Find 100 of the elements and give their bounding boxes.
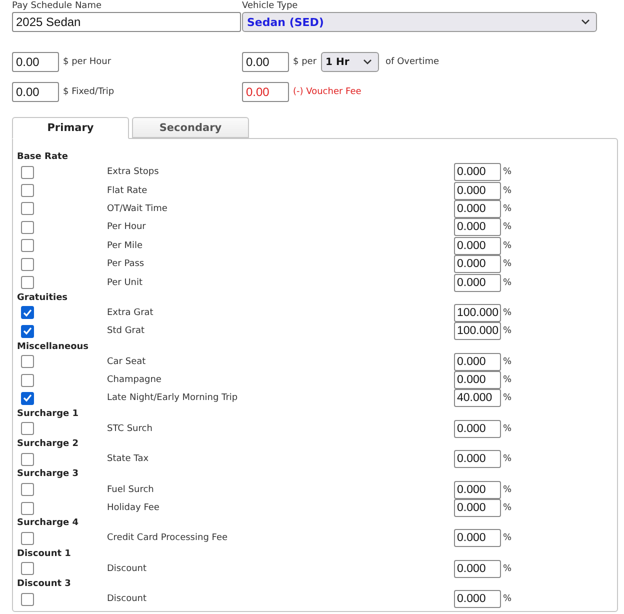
item-label: Flat Rate [107, 186, 148, 196]
section-heading: Gratuities [17, 292, 69, 304]
percent-input[interactable]: 0.000 [454, 236, 501, 255]
checkbox[interactable] [21, 355, 34, 368]
chevron-down-icon [362, 59, 372, 65]
checkbox[interactable] [21, 452, 34, 466]
percent-input[interactable]: 0.000 [454, 480, 501, 499]
item-label: Champagne [107, 375, 162, 386]
checkbox[interactable] [21, 166, 34, 179]
checkbox[interactable] [21, 202, 34, 216]
item-label: Extra Grat [107, 308, 154, 318]
checkbox[interactable] [21, 562, 34, 576]
percent-input[interactable]: 0.000 [454, 163, 501, 182]
checkbox[interactable] [21, 324, 34, 338]
rate-input[interactable]: 0.00 [12, 82, 59, 102]
section-heading: Surcharge 3 [17, 468, 80, 480]
item-label: Car Seat [107, 356, 146, 367]
checkbox[interactable] [21, 276, 34, 290]
percent-input[interactable]: 100.000 [454, 304, 501, 322]
checkbox[interactable] [21, 592, 34, 606]
tab[interactable]: Secondary [132, 117, 249, 138]
checkbox[interactable] [21, 239, 34, 252]
field-label: Pay Schedule Name [12, 1, 102, 12]
section-heading: Surcharge 1 [17, 408, 80, 420]
item-label: OT/Wait Time [107, 204, 168, 214]
rate-label: $ Fixed/Trip [63, 87, 114, 97]
checkbox[interactable] [21, 483, 34, 496]
section-heading: Base Rate [17, 151, 69, 163]
percent-sign: % [503, 259, 512, 270]
percent-sign: % [503, 204, 512, 214]
percent-sign: % [503, 308, 512, 318]
percent-input[interactable]: 0.000 [454, 218, 501, 236]
percent-sign: % [503, 375, 512, 386]
percent-sign: % [503, 222, 512, 232]
rate-input[interactable]: 0.00 [12, 52, 59, 72]
field-label: Vehicle Type [242, 1, 299, 12]
rate-label: $ per [293, 57, 317, 67]
interval-select[interactable]: 1 Hr [320, 52, 379, 72]
percent-sign: % [503, 594, 512, 604]
item-label: Std Grat [107, 326, 145, 336]
checkbox[interactable] [21, 502, 34, 515]
item-label: Discount [107, 594, 147, 604]
checkbox[interactable] [21, 374, 34, 387]
rate-label: (-) Voucher Fee [293, 87, 362, 97]
percent-sign: % [503, 356, 512, 367]
name-input[interactable]: 2025 Sedan [12, 12, 241, 32]
percent-input[interactable]: 0.000 [454, 182, 501, 200]
item-label: Late Night/Early Morning Trip [107, 393, 238, 404]
percent-input[interactable]: 0.000 [454, 255, 501, 274]
section-heading: Surcharge 4 [17, 517, 80, 530]
item-label: Holiday Fee [107, 503, 160, 514]
percent-sign: % [503, 533, 512, 544]
checkbox[interactable] [21, 184, 34, 198]
checkbox[interactable] [21, 392, 34, 405]
vehicle-type-select[interactable]: Sedan (SED) [242, 12, 597, 32]
item-label: Per Hour [107, 222, 146, 232]
rate-input[interactable]: 0.00 [242, 82, 289, 102]
section-heading: Surcharge 2 [17, 438, 80, 450]
percent-input[interactable]: 0.000 [454, 371, 501, 390]
item-label: STC Surch [107, 424, 152, 434]
percent-input[interactable]: 100.000 [454, 322, 501, 340]
percent-input[interactable]: 0.000 [454, 560, 501, 578]
section-heading: Discount 3 [17, 578, 72, 590]
percent-sign: % [503, 393, 512, 404]
rate-label: $ per Hour [63, 57, 112, 67]
percent-input[interactable]: 0.000 [454, 352, 501, 371]
checkbox[interactable] [21, 306, 34, 320]
percent-sign: % [503, 564, 512, 574]
chevron-down-icon [581, 19, 590, 25]
item-label: Credit Card Processing Fee [107, 533, 228, 544]
section-heading: Miscellaneous [17, 340, 90, 353]
percent-input[interactable]: 0.000 [454, 450, 501, 468]
percent-input[interactable]: 0.000 [454, 200, 501, 218]
rate-label: of Overtime [386, 57, 440, 67]
checkbox[interactable] [21, 422, 34, 436]
checkbox[interactable] [21, 220, 34, 234]
percent-input[interactable]: 40.000 [454, 389, 501, 408]
percent-input[interactable]: 0.000 [454, 499, 501, 518]
percent-input[interactable]: 0.000 [454, 529, 501, 548]
checkbox[interactable] [21, 532, 34, 545]
percent-sign: % [503, 503, 512, 514]
item-label: Fuel Surch [107, 484, 154, 495]
percent-sign: % [503, 167, 512, 178]
checkbox[interactable] [21, 258, 34, 271]
percent-sign: % [503, 326, 512, 336]
item-label: State Tax [107, 454, 149, 464]
percent-sign: % [503, 240, 512, 251]
rate-input[interactable]: 0.00 [242, 52, 289, 72]
percent-sign: % [503, 484, 512, 495]
item-label: Per Mile [107, 240, 143, 251]
tab[interactable]: Primary [12, 117, 129, 139]
percent-sign: % [503, 424, 512, 434]
percent-input[interactable]: 0.000 [454, 420, 501, 438]
percent-sign: % [503, 186, 512, 196]
percent-input[interactable]: 0.000 [454, 274, 501, 292]
item-label: Per Pass [107, 259, 144, 270]
section-heading: Discount 1 [17, 548, 72, 560]
percent-sign: % [503, 454, 512, 464]
item-label: Per Unit [107, 278, 143, 288]
percent-input[interactable]: 0.000 [454, 590, 501, 608]
